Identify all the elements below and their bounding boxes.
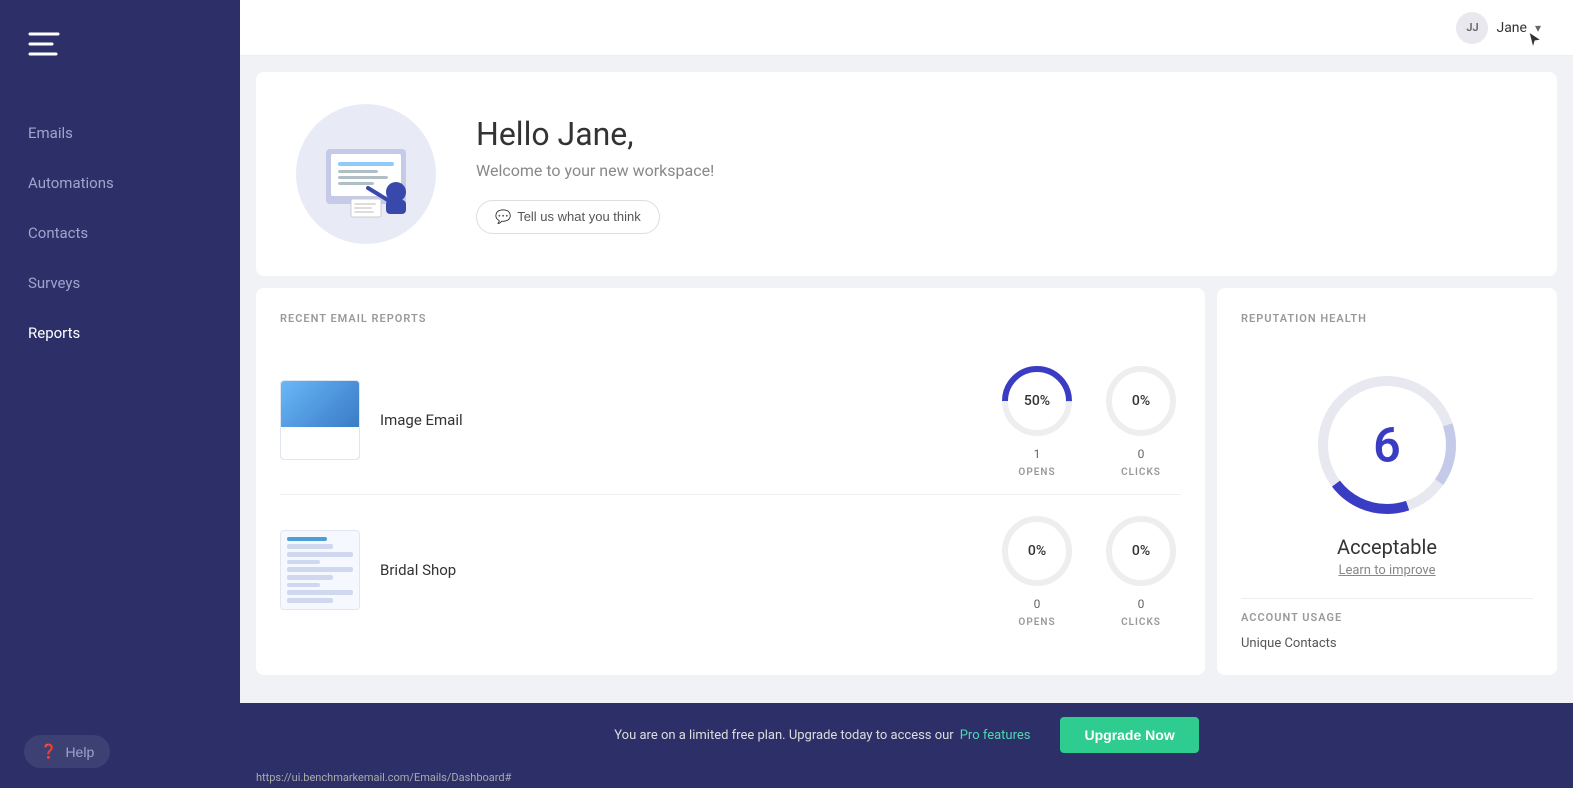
clicks-chart-2: 0%	[1101, 511, 1181, 591]
reputation-gauge: 6	[1241, 345, 1533, 535]
clicks-pct-1: 0%	[1132, 393, 1150, 409]
upgrade-button[interactable]: Upgrade Now	[1060, 717, 1198, 753]
sidebar-nav: Emails Automations Contacts Surveys Repo…	[0, 98, 240, 715]
opens-chart-2: 0%	[997, 511, 1077, 591]
topbar: JJ Jane ▾	[240, 0, 1573, 56]
url-bar: https://ui.benchmarkemail.com/Emails/Das…	[240, 767, 1573, 788]
sidebar-item-surveys[interactable]: Surveys	[0, 258, 240, 308]
opens-stat-1: 50% 1 OPENS	[997, 361, 1077, 478]
table-row: Image Email 50%	[280, 345, 1181, 495]
help-circle-icon: ❓	[40, 743, 57, 760]
clicks-pct-2: 0%	[1132, 543, 1150, 559]
greeting-heading: Hello Jane,	[476, 115, 714, 153]
account-usage-title: ACCOUNT USAGE	[1241, 611, 1533, 624]
opens-label-1: OPENS	[1018, 467, 1055, 478]
sidebar: Emails Automations Contacts Surveys Repo…	[0, 0, 240, 788]
reports-card-title: RECENT EMAIL REPORTS	[280, 312, 1181, 325]
main-area: JJ Jane ▾	[240, 0, 1573, 788]
stats-area-1: 50% 1 OPENS 0%	[997, 361, 1181, 478]
opens-value-2: 0	[1034, 597, 1041, 611]
clicks-label-2: CLICKS	[1121, 617, 1161, 628]
clicks-chart-1: 0%	[1101, 361, 1181, 441]
lower-section: RECENT EMAIL REPORTS Image Email	[256, 288, 1557, 675]
email-thumbnail-bridal	[280, 530, 360, 610]
reputation-score: 6	[1373, 417, 1400, 474]
chat-icon: 💬	[495, 209, 511, 225]
url-text: https://ui.benchmarkemail.com/Emails/Das…	[256, 771, 511, 784]
opens-pct-1: 50%	[1024, 393, 1050, 409]
clicks-stat-2: 0% 0 CLICKS	[1101, 511, 1181, 628]
clicks-value-1: 0	[1138, 447, 1145, 461]
avatar: JJ	[1456, 12, 1488, 44]
feedback-label: Tell us what you think	[517, 209, 641, 224]
sidebar-item-automations[interactable]: Automations	[0, 158, 240, 208]
chevron-down-icon: ▾	[1535, 21, 1541, 35]
welcome-banner: Hello Jane, Welcome to your new workspac…	[256, 72, 1557, 276]
opens-stat-2: 0% 0 OPENS	[997, 511, 1077, 628]
stats-area-2: 0% 0 OPENS 0% 0	[997, 511, 1181, 628]
reports-card: RECENT EMAIL REPORTS Image Email	[256, 288, 1205, 675]
sidebar-item-emails[interactable]: Emails	[0, 108, 240, 158]
help-label: Help	[65, 744, 94, 760]
sidebar-help: ❓ Help	[0, 715, 240, 788]
divider	[1241, 598, 1533, 599]
opens-label-2: OPENS	[1018, 617, 1055, 628]
learn-to-improve-link[interactable]: Learn to improve	[1241, 563, 1533, 578]
reputation-status: Acceptable	[1241, 535, 1533, 559]
clicks-stat-1: 0% 0 CLICKS	[1101, 361, 1181, 478]
reputation-card: REPUTATION HEALTH 6	[1217, 288, 1557, 675]
clicks-value-2: 0	[1138, 597, 1145, 611]
upgrade-banner: You are on a limited free plan. Upgrade …	[240, 703, 1573, 767]
feedback-button[interactable]: 💬 Tell us what you think	[476, 200, 660, 234]
unique-contacts-label: Unique Contacts	[1241, 636, 1533, 651]
opens-pct-2: 0%	[1028, 543, 1046, 559]
email-thumbnail-image	[280, 380, 360, 460]
sidebar-logo	[0, 0, 240, 98]
help-button[interactable]: ❓ Help	[24, 735, 110, 768]
opens-chart-1: 50%	[997, 361, 1077, 441]
sidebar-item-reports[interactable]: Reports	[0, 308, 240, 358]
content-area: Hello Jane, Welcome to your new workspac…	[240, 56, 1573, 703]
user-menu[interactable]: JJ Jane ▾	[1456, 12, 1541, 44]
reputation-card-title: REPUTATION HEALTH	[1241, 312, 1533, 325]
upgrade-message: You are on a limited free plan. Upgrade …	[614, 728, 953, 743]
email-name-image: Image Email	[360, 411, 997, 429]
user-name: Jane	[1496, 20, 1527, 36]
sidebar-item-contacts[interactable]: Contacts	[0, 208, 240, 258]
welcome-subtitle: Welcome to your new workspace!	[476, 161, 714, 180]
table-row: Bridal Shop 0% 0 OPENS	[280, 495, 1181, 644]
welcome-text: Hello Jane, Welcome to your new workspac…	[476, 115, 714, 234]
welcome-illustration	[296, 104, 436, 244]
email-name-bridal: Bridal Shop	[360, 561, 997, 579]
opens-value-1: 1	[1034, 447, 1041, 461]
pro-features-link[interactable]: Pro features	[960, 728, 1031, 743]
clicks-label-1: CLICKS	[1121, 467, 1161, 478]
gauge-wrap: 6	[1307, 365, 1467, 525]
